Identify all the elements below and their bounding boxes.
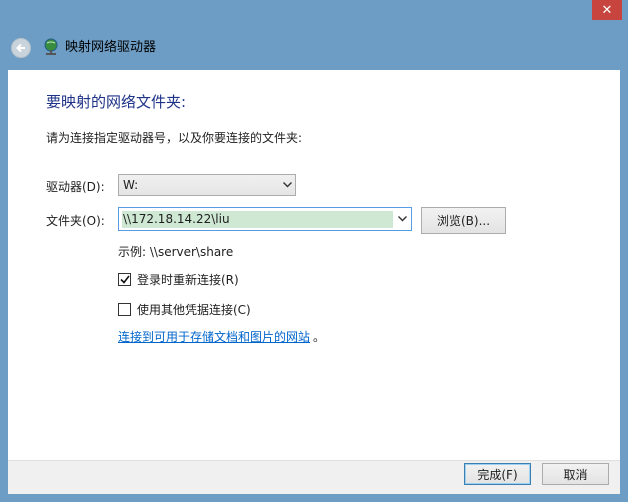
example-text: 示例: \\server\share <box>118 245 234 259</box>
reconnect-checkbox[interactable] <box>118 273 131 286</box>
cancel-button[interactable]: 取消 <box>542 463 609 485</box>
back-arrow-icon <box>16 43 25 53</box>
dialog-heading: 要映射的网络文件夹: <box>46 93 187 111</box>
drive-select[interactable]: W: <box>118 174 296 196</box>
website-link[interactable]: 连接到可用于存储文档和图片的网站 <box>118 329 310 345</box>
map-network-drive-window: ✕ 映射网络驱动器 要映射的网络文件夹: 请为连接指定驱动器号，以及你要连接的文… <box>0 0 628 502</box>
folder-value: \\172.18.14.22\liu <box>122 210 393 228</box>
back-button[interactable] <box>11 38 31 58</box>
folder-label: 文件夹(O): <box>46 214 105 228</box>
window-title: 映射网络驱动器 <box>65 40 157 55</box>
browse-button[interactable]: 浏览(B)... <box>421 207 506 234</box>
close-icon: ✕ <box>601 2 613 18</box>
chevron-down-icon[interactable] <box>393 216 411 222</box>
reconnect-checkbox-row[interactable]: 登录时重新连接(R) <box>118 271 239 288</box>
other-credentials-checkbox[interactable] <box>118 303 131 316</box>
drive-label: 驱动器(D): <box>46 180 105 194</box>
reconnect-label: 登录时重新连接(R) <box>137 273 239 287</box>
checkmark-icon <box>119 275 130 284</box>
other-credentials-label: 使用其他凭据连接(C) <box>137 303 251 317</box>
link-suffix: 。 <box>313 330 326 344</box>
dialog-footer: 完成(F) 取消 <box>8 460 620 494</box>
chevron-down-icon <box>279 182 295 188</box>
drive-value: W: <box>123 178 139 192</box>
network-drive-icon <box>44 38 58 55</box>
instruction-text: 请为连接指定驱动器号，以及你要连接的文件夹: <box>46 131 303 145</box>
close-button[interactable]: ✕ <box>592 0 622 20</box>
finish-button[interactable]: 完成(F) <box>464 463 531 485</box>
dialog-content: 要映射的网络文件夹: 请为连接指定驱动器号，以及你要连接的文件夹: 驱动器(D)… <box>8 70 620 460</box>
other-credentials-checkbox-row[interactable]: 使用其他凭据连接(C) <box>118 301 251 318</box>
folder-input[interactable]: \\172.18.14.22\liu <box>118 207 412 231</box>
